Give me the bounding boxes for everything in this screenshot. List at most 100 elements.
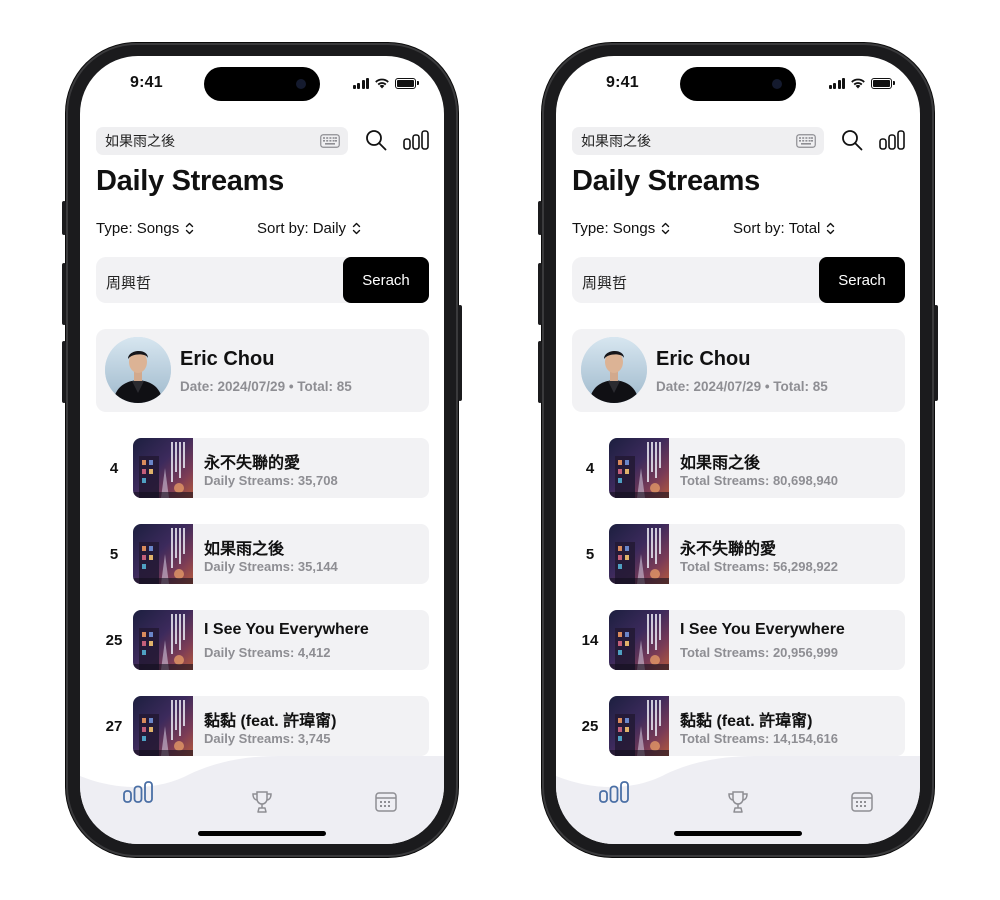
song-card[interactable]: 永不失聯的愛 Daily Streams: 35,708: [133, 438, 429, 498]
sort-filter-value: Total: [788, 220, 821, 237]
page-title: Daily Streams: [96, 165, 284, 197]
song-row[interactable]: 25 黏黏 (feat. 許瑋甯) Total Streams: 14,154,…: [572, 696, 905, 756]
album-cover-image: [609, 438, 669, 498]
song-title: 黏黏 (feat. 許瑋甯): [680, 713, 813, 730]
song-title: 如果雨之後: [680, 455, 761, 472]
sort-filter[interactable]: Sort by: Daily: [257, 220, 361, 237]
chevron-up-down-icon: [827, 222, 835, 235]
tab-trophy-icon[interactable]: [726, 790, 750, 814]
artist-card[interactable]: Eric Chou Date: 2024/07/29 • Total: 85: [572, 329, 905, 412]
album-cover-image: [133, 696, 193, 756]
top-search-field[interactable]: 如果雨之後: [572, 127, 824, 155]
artist-avatar: [105, 337, 171, 403]
type-filter[interactable]: Type: Songs: [572, 220, 670, 237]
volume-up-button: [538, 263, 542, 325]
search-icon[interactable]: [841, 129, 863, 151]
song-streams: Total Streams: 56,298,922: [680, 559, 839, 574]
album-cover-image: [133, 524, 193, 584]
type-filter-value: Songs: [612, 220, 656, 237]
song-rank: 25: [105, 631, 123, 649]
volume-down-button: [62, 341, 66, 403]
status-icons: [352, 77, 419, 89]
song-row[interactable]: 5 如果雨之後 Daily Streams: 35,144: [96, 524, 429, 584]
home-indicator[interactable]: [674, 831, 802, 836]
song-row[interactable]: 14 I See You Everywhere Total Streams: 2…: [572, 610, 905, 670]
album-cover-image: [609, 696, 669, 756]
album-cover-image: [133, 438, 193, 498]
chevron-up-down-icon: [352, 222, 361, 235]
song-streams: Daily Streams: 3,745: [204, 731, 331, 746]
volume-up-button: [62, 263, 66, 325]
song-streams: Daily Streams: 35,144: [204, 559, 338, 574]
search-icon[interactable]: [365, 129, 387, 151]
song-row[interactable]: 4 永不失聯的愛 Daily Streams: 35,708: [96, 438, 429, 498]
home-indicator[interactable]: [198, 831, 326, 836]
song-card[interactable]: 黏黏 (feat. 許瑋甯) Total Streams: 14,154,616: [609, 696, 905, 756]
keyboard-icon[interactable]: [320, 134, 340, 148]
action-button: [62, 201, 66, 235]
dynamic-island: [204, 67, 320, 101]
album-cover-image: [609, 524, 669, 584]
song-rank: 27: [105, 717, 123, 735]
cellular-signal-icon: [352, 77, 369, 89]
tab-trophy-icon[interactable]: [250, 790, 274, 814]
artist-query-field[interactable]: 周興哲 Serach: [96, 257, 429, 303]
album-cover-image: [133, 610, 193, 670]
battery-icon: [871, 77, 895, 89]
status-time: 9:41: [130, 74, 163, 91]
song-row[interactable]: 27 黏黏 (feat. 許瑋甯) Daily Streams: 3,745: [96, 696, 429, 756]
song-title: 永不失聯的愛: [204, 455, 301, 472]
song-card[interactable]: I See You Everywhere Daily Streams: 4,41…: [133, 610, 429, 670]
sort-filter-value: Daily: [312, 220, 347, 237]
song-title: I See You Everywhere: [680, 621, 845, 638]
tab-stats-icon[interactable]: [123, 781, 153, 803]
action-button: [538, 201, 542, 235]
song-card[interactable]: 永不失聯的愛 Total Streams: 56,298,922: [609, 524, 905, 584]
artist-query-field[interactable]: 周興哲 Serach: [572, 257, 905, 303]
sort-filter[interactable]: Sort by: Total: [733, 220, 835, 237]
type-filter[interactable]: Type: Songs: [96, 220, 194, 237]
dynamic-island: [680, 67, 796, 101]
keyboard-icon[interactable]: [796, 134, 816, 148]
song-streams: Total Streams: 80,698,940: [680, 473, 839, 488]
artist-card[interactable]: Eric Chou Date: 2024/07/29 • Total: 85: [96, 329, 429, 412]
status-time: 9:41: [606, 74, 639, 91]
tab-calendar-icon[interactable]: [851, 792, 873, 812]
song-card[interactable]: I See You Everywhere Total Streams: 20,9…: [609, 610, 905, 670]
app-screen: 9:41 如果雨之後 Daily Streams Type: Songs Sor…: [556, 56, 920, 844]
phone-frame-total: 9:41 如果雨之後 Daily Streams Type: Songs Sor…: [538, 43, 938, 857]
song-rank: 4: [109, 459, 119, 477]
bar-chart-icon[interactable]: [403, 130, 429, 150]
artist-query-value: 周興哲: [106, 275, 152, 292]
tab-stats-icon[interactable]: [599, 781, 629, 803]
sort-filter-label: Sort by:: [733, 220, 785, 237]
song-title: 如果雨之後: [204, 541, 285, 558]
phone-frame-daily: 9:41 如果雨之後 Daily Streams Type: Songs Sor…: [62, 43, 462, 857]
song-row[interactable]: 5 永不失聯的愛 Total Streams: 56,298,922: [572, 524, 905, 584]
top-search-field[interactable]: 如果雨之後: [96, 127, 348, 155]
song-rank: 14: [581, 631, 599, 649]
song-streams: Total Streams: 20,956,999: [680, 645, 839, 660]
song-rank: 5: [109, 545, 119, 563]
type-filter-label: Type:: [572, 220, 609, 237]
song-card[interactable]: 如果雨之後 Daily Streams: 35,144: [133, 524, 429, 584]
type-filter-label: Type:: [96, 220, 133, 237]
tab-calendar-icon[interactable]: [375, 792, 397, 812]
wifi-icon: [375, 78, 389, 89]
top-search-value: 如果雨之後: [105, 133, 175, 149]
battery-icon: [395, 77, 419, 89]
search-button[interactable]: Serach: [343, 257, 429, 303]
song-rank: 25: [581, 717, 599, 735]
artist-name: Eric Chou: [180, 348, 275, 370]
song-row[interactable]: 4 如果雨之後 Total Streams: 80,698,940: [572, 438, 905, 498]
song-card[interactable]: 如果雨之後 Total Streams: 80,698,940: [609, 438, 905, 498]
song-streams: Total Streams: 14,154,616: [680, 731, 839, 746]
album-cover-image: [609, 610, 669, 670]
song-row[interactable]: 25 I See You Everywhere Daily Streams: 4…: [96, 610, 429, 670]
song-card[interactable]: 黏黏 (feat. 許瑋甯) Daily Streams: 3,745: [133, 696, 429, 756]
song-title: 永不失聯的愛: [680, 541, 777, 558]
search-button[interactable]: Serach: [819, 257, 905, 303]
bar-chart-icon[interactable]: [879, 130, 905, 150]
top-search-value: 如果雨之後: [581, 133, 651, 149]
song-rank: 4: [585, 459, 595, 477]
